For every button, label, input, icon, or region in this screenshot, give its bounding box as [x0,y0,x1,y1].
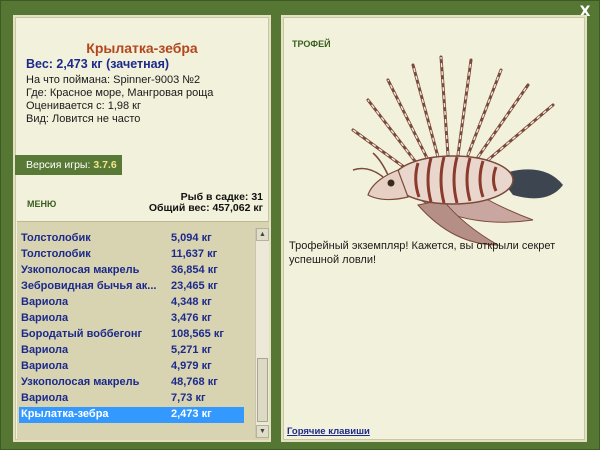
list-item-weight: 5,271 кг [171,344,212,356]
list-item-weight: 2,473 кг [171,408,212,420]
list-scrollbar[interactable]: ▲ ▼ [255,228,269,438]
hotkeys-link[interactable]: Горячие клавиши [287,426,370,437]
list-item-weight: 4,348 кг [171,296,212,308]
total-weight: Общий вес: 457,062 кг [148,202,263,214]
fish-location: Где: Красное море, Мангровая роща [26,87,214,99]
lionfish-image [351,55,563,246]
catch-panel: Крылатка-зебра Вес: 2,473 кг (зачетная) … [13,15,271,442]
list-item[interactable]: Вариола 5,271 кг [19,343,244,359]
fish-bait: На что поймана: Spinner-9003 №2 [26,74,201,86]
list-item-name: Бородатый воббегонг [21,328,143,340]
scroll-thumb[interactable] [257,358,268,422]
list-item-weight: 7,73 кг [171,392,206,404]
list-item-weight: 48,768 кг [171,376,218,388]
list-item-weight: 11,637 кг [171,248,218,260]
list-item-weight: 36,854 кг [171,264,218,276]
list-item-name: Узкополосая макрель [21,264,140,276]
list-item[interactable]: Бородатый воббегонг 108,565 кг [19,327,244,343]
list-item-weight: 3,476 кг [171,312,212,324]
list-item-name: Вариола [21,296,69,308]
version-badge: Версия игры: 3.7.6 [15,155,122,175]
list-item-name: Зебровидная бычья ак... [21,280,157,292]
fish-kind: Вид: Ловится не часто [26,113,141,125]
list-item-weight: 23,465 кг [171,280,218,292]
list-item[interactable]: Вариола 7,73 кг [19,391,244,407]
list-item-name: Вариола [21,360,69,372]
list-item[interactable]: Вариола 4,348 кг [19,295,244,311]
list-item[interactable]: Узкополосая макрель 48,768 кг [19,375,244,391]
list-item-weight: 5,094 кг [171,232,212,244]
trophy-panel: ТРОФЕЙ Трофейный экземпляр! Кажется, вы … [281,15,587,442]
list-item[interactable]: Толстолобик 11,637 кг [19,247,244,263]
list-item-selected[interactable]: Крылатка-зебра 2,473 кг [19,407,244,423]
game-window: X Крылатка-зебра Вес: 2,473 кг (зачетная… [0,0,600,450]
catch-list: Толстолобик 5,094 кг Толстолобик 11,637 … [17,221,269,440]
scroll-up-icon[interactable]: ▲ [256,228,269,241]
scroll-down-icon[interactable]: ▼ [256,425,269,438]
list-item-name: Толстолобик [21,248,91,260]
list-item[interactable]: Вариола 3,476 кг [19,311,244,327]
list-item-name: Узкополосая макрель [21,376,140,388]
list-item[interactable]: Узкополосая макрель 36,854 кг [19,263,244,279]
list-item-name: Вариола [21,344,69,356]
list-item-name: Вариола [21,312,69,324]
fish-title: Крылатка-зебра [86,40,198,56]
list-item-name: Крылатка-зебра [21,408,109,420]
list-item-name: Вариола [21,392,69,404]
list-item[interactable]: Зебровидная бычья ак... 23,465 кг [19,279,244,295]
version-value: 3.7.6 [93,159,117,171]
list-item[interactable]: Толстолобик 5,094 кг [19,231,244,247]
fish-valued: Оценивается с: 1,98 кг [26,100,141,112]
list-item-weight: 108,565 кг [171,328,224,340]
trophy-description: Трофейный экземпляр! Кажется, вы открыли… [289,240,556,266]
menu-button[interactable]: МЕНЮ [27,199,56,209]
fish-weight: Вес: 2,473 кг (зачетная) [26,57,170,71]
list-item-weight: 4,979 кг [171,360,212,372]
version-label: Версия игры: [26,159,91,171]
list-item-name: Толстолобик [21,232,91,244]
list-item[interactable]: Вариола 4,979 кг [19,359,244,375]
